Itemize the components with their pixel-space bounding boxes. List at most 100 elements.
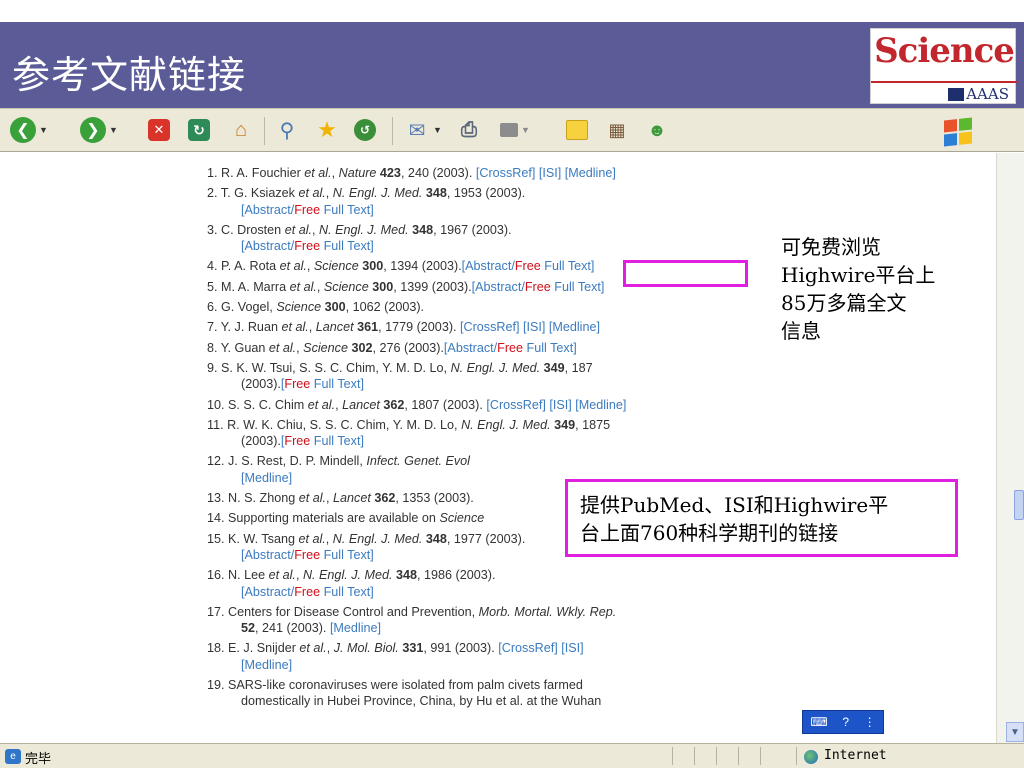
reference-link[interactable]: Full Text] [551, 280, 604, 294]
reference-text: Science [323, 279, 369, 294]
annotation-line: 台上面760种科学期刊的链接 [580, 521, 839, 545]
reference-item: 3. C. Drosten et al., N. Engl. J. Med. 3… [207, 222, 787, 255]
history-button[interactable]: ↺ [354, 115, 376, 145]
reference-link[interactable]: [CrossRef] [ISI] [Medline] [486, 398, 626, 412]
help-icon[interactable]: ? [842, 715, 849, 729]
free-label[interactable]: Free [284, 377, 310, 391]
messenger-button[interactable]: ☻ [644, 115, 670, 145]
back-button[interactable]: ❮ ▼ [10, 115, 48, 145]
reference-link[interactable]: [CrossRef] [ISI] [Medline] [460, 320, 600, 334]
scrollbar-thumb[interactable] [1014, 490, 1024, 520]
reference-link[interactable]: [Abstract/ [241, 585, 294, 599]
refresh-button[interactable]: ↻ [188, 115, 210, 145]
keyboard-icon[interactable]: ⌨ [810, 715, 827, 729]
scroll-down-button[interactable]: ▼ [1006, 722, 1024, 742]
reference-text: 8. Y. Guan [207, 340, 269, 355]
reference-text: Infect. Genet. Evol [366, 454, 470, 469]
reference-link[interactable]: [Abstract/ [444, 341, 497, 355]
history-icon: ↺ [354, 119, 376, 141]
reference-text: 349 [543, 360, 565, 375]
reference-link[interactable]: [Medline] [330, 621, 381, 635]
reference-link[interactable]: Full Text] [310, 377, 364, 391]
reference-continuation: [Medline] [207, 657, 787, 673]
reference-text: 348 [425, 186, 447, 201]
reference-text: , 187 [564, 360, 593, 375]
reference-text: Morb. Mortal. Wkly. Rep. [478, 604, 617, 619]
annotation-link-services: 提供PubMed、ISI和Highwire平 台上面760种科学期刊的链接 [565, 479, 958, 557]
reference-text: , 276 (2003). [372, 340, 444, 355]
free-label[interactable]: Free [525, 280, 551, 294]
reference-text: , 1977 (2003). [446, 531, 526, 546]
home-button[interactable]: ⌂ [228, 115, 254, 145]
reference-link[interactable]: [CrossRef] [ISI] [Medline] [476, 166, 616, 180]
research-button[interactable]: ▦ [604, 115, 630, 145]
free-label[interactable]: Free [294, 548, 320, 562]
reference-text: 348 [425, 531, 447, 546]
reference-list: 1. R. A. Fouchier et al., Nature 423, 24… [207, 165, 787, 714]
reference-text: 18. E. J. Snijder [207, 641, 300, 656]
reference-text: 361 [357, 320, 379, 335]
reference-link[interactable]: Full Text] [320, 548, 374, 562]
ime-options-icon[interactable]: ⋮ [864, 715, 876, 729]
free-label[interactable]: Free [294, 203, 320, 217]
reference-text: , 241 (2003). [255, 621, 330, 636]
forward-dropdown-icon[interactable]: ▼ [109, 125, 118, 135]
reference-link[interactable]: Full Text] [523, 341, 577, 355]
free-label[interactable]: Free [294, 585, 320, 599]
reference-item: 1. R. A. Fouchier et al., Nature 423, 24… [207, 165, 787, 181]
favorites-button[interactable]: ★ [314, 115, 340, 145]
reference-line: 14. Supporting materials are available o… [207, 511, 484, 525]
reference-link[interactable]: Full Text] [320, 585, 374, 599]
reference-link[interactable]: [Abstract/ [241, 239, 294, 253]
ime-toolbar[interactable]: ⌨ ? ⋮ [802, 710, 884, 734]
search-button[interactable]: ⚲ [274, 115, 300, 145]
reference-link[interactable]: Full Text] [320, 203, 374, 217]
reference-link[interactable]: Full Text] [320, 239, 374, 253]
security-zone-label: Internet [824, 748, 887, 763]
logo-wordmark: Science [874, 31, 1015, 71]
mail-button[interactable]: ✉ ▼ [404, 115, 442, 145]
free-label[interactable]: Free [497, 341, 523, 355]
reference-text: , 240 (2003). [400, 166, 476, 180]
annotation-line: 信息 [781, 319, 821, 343]
reference-link[interactable]: [CrossRef] [ISI] [498, 641, 583, 655]
back-dropdown-icon[interactable]: ▼ [39, 125, 48, 135]
reference-link[interactable]: [Medline] [241, 658, 292, 672]
stop-button[interactable]: ✕ [148, 115, 170, 145]
reference-text: , 991 (2003). [423, 641, 499, 656]
reference-link[interactable]: [Medline] [241, 471, 292, 485]
vertical-scrollbar[interactable] [996, 153, 1024, 743]
search-icon: ⚲ [279, 119, 295, 142]
reference-link[interactable]: Full Text] [310, 434, 364, 448]
edit-dropdown-icon[interactable]: ▼ [521, 125, 530, 135]
stop-icon: ✕ [148, 119, 170, 141]
free-label[interactable]: Free [515, 259, 541, 273]
annotation-line: 提供PubMed、ISI和Highwire平 [580, 493, 889, 517]
reference-text: 17. Centers for Disease Control and Prev… [207, 604, 479, 619]
reference-text: Science [303, 340, 348, 355]
reference-text: 302 [351, 340, 373, 355]
reference-text: 1. R. A. Fouchier [207, 166, 305, 180]
reference-link[interactable]: [Abstract/ [241, 548, 294, 562]
edit-button[interactable]: ▼ [500, 115, 530, 145]
reference-text: Science [276, 300, 322, 315]
reference-link[interactable]: [Abstract/ [462, 259, 515, 273]
status-text: 完毕 [25, 752, 52, 767]
reference-line: 5. M. A. Marra et al., Science 300, 1399… [207, 280, 604, 294]
reference-link[interactable]: Full Text] [541, 259, 594, 273]
reference-line: 13. N. S. Zhong et al., Lancet 362, 1353… [207, 491, 474, 505]
forward-button[interactable]: ❯ ▼ [80, 115, 118, 145]
free-label[interactable]: Free [294, 239, 320, 253]
reference-link[interactable]: [Abstract/ [472, 280, 525, 294]
reference-text: et al. [298, 531, 326, 546]
free-label[interactable]: Free [284, 434, 310, 448]
mail-dropdown-icon[interactable]: ▼ [433, 125, 442, 135]
print-button[interactable]: ⎙ [456, 115, 482, 145]
toolbar-separator [392, 117, 393, 145]
discuss-button[interactable] [566, 115, 588, 145]
forward-icon: ❯ [80, 117, 106, 143]
reference-text: N. Engl. J. Med. [332, 186, 423, 201]
reference-link[interactable]: [Abstract/ [241, 203, 294, 217]
slide-title: 参考文献链接 [12, 53, 247, 97]
reference-text: 12. J. S. Rest, D. P. Mindell, [207, 454, 367, 469]
